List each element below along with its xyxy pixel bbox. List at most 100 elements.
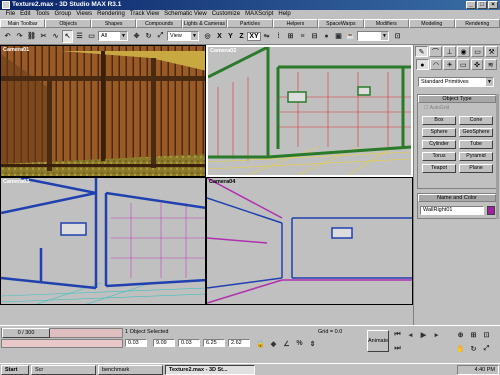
tab-main-toolbar[interactable]: Main Toolbar xyxy=(0,19,46,28)
viewport-camera02[interactable]: Camera02 xyxy=(206,45,413,177)
angle-snap-icon[interactable]: ∠ xyxy=(281,337,292,350)
snap-icon[interactable]: ◆ xyxy=(268,337,279,350)
tab-compounds[interactable]: Compounds xyxy=(136,19,182,28)
render-type-dropdown[interactable]: ▼ xyxy=(357,31,389,41)
taskbar-item-benchmark[interactable]: benchmark xyxy=(98,364,163,375)
quick-render-icon[interactable]: ☕ xyxy=(345,30,356,43)
taskbar-item-3dsmax[interactable]: Texture2.max - 3D St... xyxy=(165,364,255,375)
menu-views[interactable]: Views xyxy=(74,10,95,19)
render-scene-icon[interactable]: ▣ xyxy=(333,30,344,43)
menu-group[interactable]: Group xyxy=(52,10,74,19)
sphere-button[interactable]: Sphere xyxy=(422,128,456,137)
redo-icon[interactable]: ↷ xyxy=(14,30,25,43)
animate-button[interactable]: Animate xyxy=(367,330,389,352)
render-last-icon[interactable]: ⊡ xyxy=(392,30,403,43)
select-object-icon[interactable]: ↖ xyxy=(62,29,73,43)
coord-x-field[interactable]: 0.03 xyxy=(125,339,147,347)
coord-y-field[interactable]: 9.09 xyxy=(153,339,175,347)
object-name-input[interactable]: WallRight01 xyxy=(420,206,484,215)
tab-rendering[interactable]: Rendering xyxy=(454,19,500,28)
viewport-camera01[interactable]: Camera01 xyxy=(0,45,206,177)
go-to-start-icon[interactable]: ⏮ xyxy=(392,328,403,341)
display-tab-icon[interactable]: ▭ xyxy=(471,46,484,57)
selection-filter-dropdown[interactable]: All ▼ xyxy=(98,31,128,41)
name-color-title[interactable]: Name and Color xyxy=(418,194,496,202)
viewport-label[interactable]: Camera02 xyxy=(210,48,236,54)
box-button[interactable]: Box xyxy=(422,116,456,125)
undo-icon[interactable]: ↶ xyxy=(2,30,13,43)
tab-shapes[interactable]: Shapes xyxy=(90,19,137,28)
spinner-snap-icon[interactable]: ⇕ xyxy=(307,337,318,350)
unlink-icon[interactable]: ✂ xyxy=(38,30,49,43)
percent-snap-icon[interactable]: % xyxy=(294,337,305,350)
menu-track-view[interactable]: Track View xyxy=(127,10,161,19)
panel-scrollbar[interactable] xyxy=(496,94,499,219)
prev-frame-icon[interactable]: ◂ xyxy=(405,328,416,341)
object-type-title[interactable]: Object Type xyxy=(418,95,496,103)
go-to-end-icon[interactable]: ⏭ xyxy=(392,342,403,355)
tube-button[interactable]: Tube xyxy=(459,140,493,149)
tab-spacewarps[interactable]: SpaceWarps xyxy=(318,19,364,28)
array-icon[interactable]: ⁞ xyxy=(273,30,284,43)
plane-button[interactable]: Plane xyxy=(459,164,493,173)
viewport-camera03[interactable]: Camera03 xyxy=(0,177,206,305)
tab-helpers[interactable]: Helpers xyxy=(272,19,319,28)
track-bar[interactable] xyxy=(1,339,123,348)
select-scale-icon[interactable]: ⤢ xyxy=(155,30,166,43)
pivot-center-icon[interactable]: ◎ xyxy=(202,30,213,43)
primitive-category-dropdown[interactable]: Standard Primitives ▼ xyxy=(418,77,494,87)
viewport-label[interactable]: Camera01 xyxy=(3,47,29,53)
helpers-icon[interactable]: ✜ xyxy=(470,59,484,70)
taskbar-item-scr[interactable]: Scr xyxy=(31,364,96,375)
cameras-icon[interactable]: ▭ xyxy=(457,59,470,70)
lock-icon[interactable]: 🔒 xyxy=(255,337,266,350)
create-tab-icon[interactable]: ✎ xyxy=(415,46,428,57)
maximize-viewport-icon[interactable]: ⤢ xyxy=(481,342,492,355)
pyramid-button[interactable]: Pyramid xyxy=(459,152,493,161)
region-select-icon[interactable]: ▭ xyxy=(86,30,97,43)
shapes-icon[interactable]: ◠ xyxy=(429,59,443,70)
hierarchy-tab-icon[interactable]: ⊥ xyxy=(443,46,456,57)
menu-edit[interactable]: Edit xyxy=(18,10,33,19)
app-icon[interactable] xyxy=(2,1,10,9)
cylinder-button[interactable]: Cylinder xyxy=(422,140,456,149)
track-view-icon[interactable]: ≡ xyxy=(297,30,308,43)
restrict-y-button[interactable]: Y xyxy=(225,33,236,40)
torus-button[interactable]: Torus xyxy=(422,152,456,161)
tab-modifiers[interactable]: Modifiers xyxy=(363,19,410,28)
minimize-button[interactable]: _ xyxy=(466,1,476,9)
coord-z-field[interactable]: 0.03 xyxy=(178,339,200,347)
utilities-tab-icon[interactable]: ⚒ xyxy=(485,46,498,57)
bind-spacewarp-icon[interactable]: ∿ xyxy=(50,30,61,43)
schematic-icon[interactable]: ⊟ xyxy=(309,30,320,43)
tab-particles[interactable]: Particles xyxy=(227,19,273,28)
menu-maxscript[interactable]: MAXScript xyxy=(243,10,276,19)
geosphere-button[interactable]: GeoSphere xyxy=(459,128,493,137)
zoom-extents-icon[interactable]: ⊡ xyxy=(481,328,492,341)
spacewarps-icon[interactable]: ≋ xyxy=(484,59,498,70)
teapot-button[interactable]: Teapot xyxy=(422,164,456,173)
select-rotate-icon[interactable]: ↻ xyxy=(143,30,154,43)
tab-lights-cameras[interactable]: Lights & Cameras xyxy=(181,19,228,28)
select-move-icon[interactable]: ✥ xyxy=(131,30,142,43)
menu-schematic-view[interactable]: Schematic View xyxy=(162,10,210,19)
orbit-icon[interactable]: ↻ xyxy=(468,342,479,355)
autogrid-checkbox[interactable]: ☐ AutoGrid xyxy=(424,105,449,111)
menu-customize[interactable]: Customize xyxy=(209,10,242,19)
start-button[interactable]: Start xyxy=(1,364,29,375)
close-button[interactable]: × xyxy=(488,1,498,9)
object-color-swatch[interactable] xyxy=(487,206,495,215)
maximize-button[interactable]: □ xyxy=(477,1,487,9)
menu-rendering[interactable]: Rendering xyxy=(95,10,128,19)
restrict-x-button[interactable]: X xyxy=(214,33,225,40)
viewport-label[interactable]: Camera04 xyxy=(209,179,235,185)
zoom-icon[interactable]: ⊕ xyxy=(455,328,466,341)
lights-icon[interactable]: ☀ xyxy=(443,59,457,70)
pan-icon[interactable]: ✋ xyxy=(455,342,466,355)
restrict-xy-button[interactable]: XY xyxy=(247,31,261,41)
menu-help[interactable]: Help xyxy=(276,10,293,19)
align-icon[interactable]: ⊞ xyxy=(285,30,296,43)
motion-tab-icon[interactable]: ◉ xyxy=(457,46,470,57)
restrict-z-button[interactable]: Z xyxy=(236,33,247,40)
time-slider[interactable]: 0 / 300 xyxy=(1,328,123,338)
